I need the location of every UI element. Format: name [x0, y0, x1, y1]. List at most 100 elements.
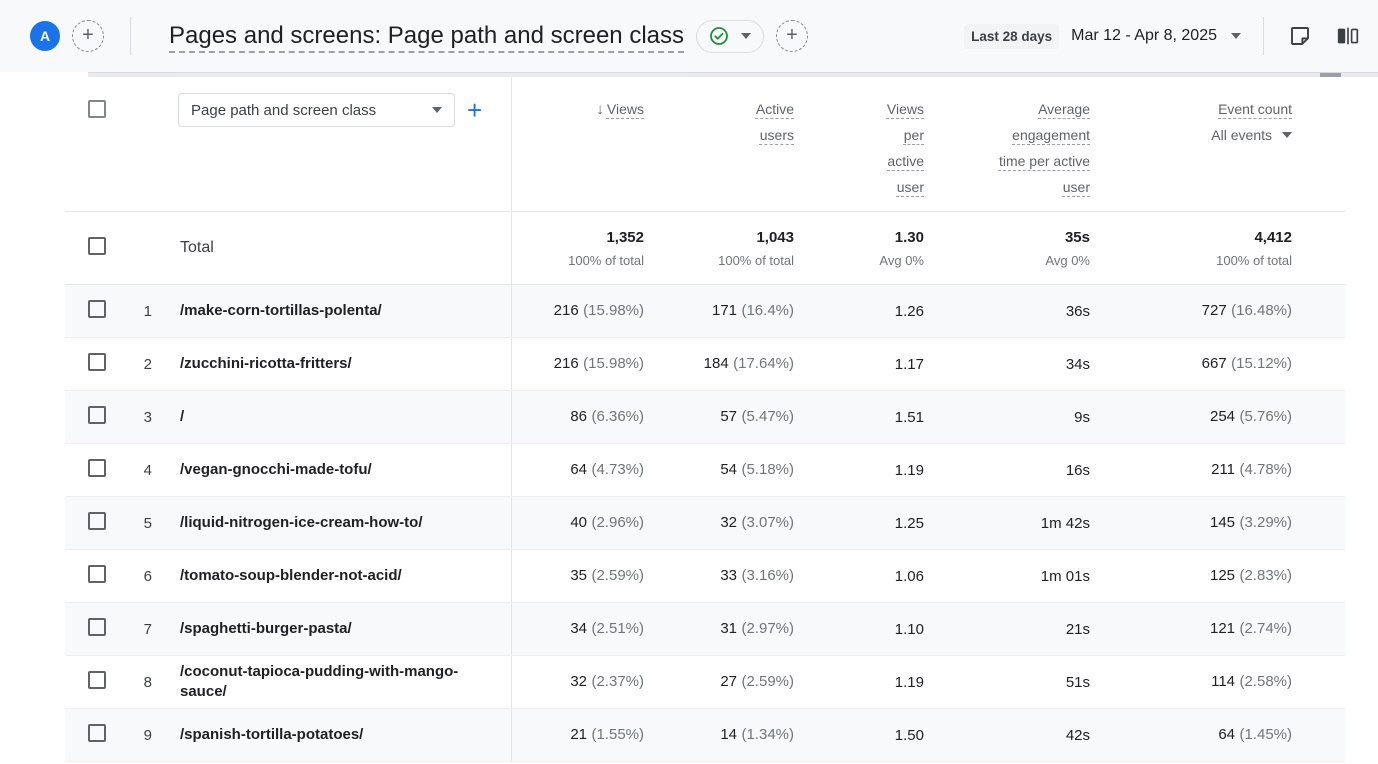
row-page-path: /liquid-nitrogen-ice-cream-how-to/: [180, 513, 423, 533]
row-active-users: 32 (3.07%): [644, 514, 794, 532]
table-row: 4 /vegan-gnocchi-made-tofu/ 64 (4.73%) 5…: [65, 444, 1345, 497]
row-event-count: 211 (4.78%): [1090, 461, 1292, 479]
row-active-users: 57 (5.47%): [644, 408, 794, 426]
row-views: 34 (2.51%): [511, 620, 644, 638]
plus-icon: +: [786, 25, 798, 45]
row-views-per-active-user: 1.19: [794, 674, 924, 691]
row-views: 64 (4.73%): [511, 461, 644, 479]
table-row: 5 /liquid-nitrogen-ice-cream-how-to/ 40 …: [65, 497, 1345, 550]
row-views-per-active-user: 1.26: [794, 303, 924, 320]
total-active-users: 1,043 100% of total: [644, 229, 794, 268]
row-event-count: 145 (3.29%): [1090, 514, 1292, 532]
event-filter-dropdown[interactable]: All events: [1211, 122, 1292, 148]
total-label: Total: [166, 239, 511, 257]
row-rank: 2: [110, 356, 166, 373]
row-checkbox[interactable]: [88, 671, 106, 689]
row-event-count: 254 (5.76%): [1090, 408, 1292, 426]
row-views: 32 (2.37%): [511, 673, 644, 691]
row-event-count: 114 (2.58%): [1090, 673, 1292, 691]
total-views-per-active-user: 1.30 Avg 0%: [794, 229, 924, 268]
row-avg-engagement: 16s: [924, 462, 1090, 479]
add-report-button[interactable]: +: [776, 20, 808, 52]
row-views: 40 (2.96%): [511, 514, 644, 532]
row-views: 216 (15.98%): [511, 355, 644, 373]
caret-down-icon[interactable]: [1231, 33, 1241, 39]
row-avg-engagement: 42s: [924, 727, 1090, 744]
row-views: 35 (2.59%): [511, 567, 644, 585]
row-avg-engagement: 9s: [924, 409, 1090, 426]
row-checkbox[interactable]: [88, 300, 106, 318]
row-active-users: 184 (17.64%): [644, 355, 794, 373]
report-status-pill[interactable]: [696, 20, 764, 53]
add-dimension-button[interactable]: +: [467, 97, 482, 123]
row-active-users: 14 (1.34%): [644, 726, 794, 744]
table-header-row: Page path and screen class + ↓Views Acti…: [65, 77, 1345, 212]
table-row: 6 /tomato-soup-blender-not-acid/ 35 (2.5…: [65, 550, 1345, 603]
divider: [130, 17, 131, 55]
row-checkbox[interactable]: [88, 512, 106, 530]
row-event-count: 727 (16.48%): [1090, 302, 1292, 320]
row-views: 216 (15.98%): [511, 302, 644, 320]
caret-down-icon: [432, 107, 442, 113]
column-header-views-per-active-user: Views per active user: [794, 77, 924, 200]
row-views-per-active-user: 1.25: [794, 515, 924, 532]
total-row-checkbox[interactable]: [88, 237, 106, 255]
table-row: 8 /coconut-tapioca-pudding-with-mango-sa…: [65, 656, 1345, 709]
row-views-per-active-user: 1.06: [794, 568, 924, 585]
row-rank: 4: [110, 462, 166, 479]
row-views: 21 (1.55%): [511, 726, 644, 744]
row-page-path: /zucchini-ricotta-fritters/: [180, 354, 352, 374]
row-page-path: /: [180, 407, 184, 427]
row-active-users: 31 (2.97%): [644, 620, 794, 638]
row-checkbox[interactable]: [88, 565, 106, 583]
row-rank: 9: [110, 727, 166, 744]
page-title[interactable]: Pages and screens: Page path and screen …: [169, 22, 684, 50]
table-row: 1 /make-corn-tortillas-polenta/ 216 (15.…: [65, 285, 1345, 338]
account-avatar[interactable]: A: [30, 21, 60, 51]
plus-icon: +: [82, 25, 94, 45]
total-event-count: 4,412 100% of total: [1090, 229, 1292, 268]
row-checkbox[interactable]: [88, 353, 106, 371]
row-avg-engagement: 51s: [924, 674, 1090, 691]
row-event-count: 64 (1.45%): [1090, 726, 1292, 744]
table-row: 9 /spanish-tortilla-potatoes/ 21 (1.55%)…: [65, 709, 1345, 762]
date-range-value[interactable]: Mar 12 - Apr 8, 2025: [1071, 27, 1217, 45]
row-page-path: /make-corn-tortillas-polenta/: [180, 301, 382, 321]
row-views: 86 (6.36%): [511, 408, 644, 426]
date-preset-badge: Last 28 days: [964, 24, 1059, 49]
select-all-checkbox[interactable]: [88, 100, 106, 118]
row-page-path: /tomato-soup-blender-not-acid/: [180, 566, 402, 586]
add-comparison-button[interactable]: +: [72, 20, 104, 52]
caret-down-icon: [1282, 132, 1292, 138]
row-rank: 8: [110, 674, 166, 691]
row-avg-engagement: 36s: [924, 303, 1090, 320]
column-header-event-count: Event count All events: [1090, 77, 1292, 148]
row-active-users: 171 (16.4%): [644, 302, 794, 320]
dimension-dropdown-value: Page path and screen class: [191, 102, 376, 119]
report-table: Page path and screen class + ↓Views Acti…: [65, 77, 1345, 762]
row-rank: 1: [110, 303, 166, 320]
table-row: 3 / 86 (6.36%) 57 (5.47%) 1.51 9s 254 (5…: [65, 391, 1345, 444]
row-checkbox[interactable]: [88, 459, 106, 477]
column-header-avg-engagement: Average engagement time per active user: [924, 77, 1090, 200]
row-page-path: /spanish-tortilla-potatoes/: [180, 725, 363, 745]
total-avg-engagement: 35s Avg 0%: [924, 229, 1090, 268]
row-page-path: /spaghetti-burger-pasta/: [180, 619, 352, 639]
column-header-views-label[interactable]: Views: [607, 96, 644, 122]
note-icon[interactable]: [1288, 24, 1312, 48]
row-rank: 3: [110, 409, 166, 426]
row-active-users: 54 (5.18%): [644, 461, 794, 479]
row-checkbox[interactable]: [88, 406, 106, 424]
row-event-count: 125 (2.83%): [1090, 567, 1292, 585]
row-checkbox[interactable]: [88, 618, 106, 636]
row-event-count: 121 (2.74%): [1090, 620, 1292, 638]
dimension-dropdown[interactable]: Page path and screen class: [178, 93, 455, 127]
caret-down-icon: [741, 33, 751, 39]
column-header-active-users: Active users: [644, 77, 794, 148]
row-event-count: 667 (15.12%): [1090, 355, 1292, 373]
row-views-per-active-user: 1.51: [794, 409, 924, 426]
check-circle-icon: [709, 26, 729, 46]
ab-compare-icon[interactable]: [1336, 24, 1360, 48]
row-checkbox[interactable]: [88, 724, 106, 742]
header-right-cluster: Last 28 days Mar 12 - Apr 8, 2025: [964, 17, 1360, 55]
